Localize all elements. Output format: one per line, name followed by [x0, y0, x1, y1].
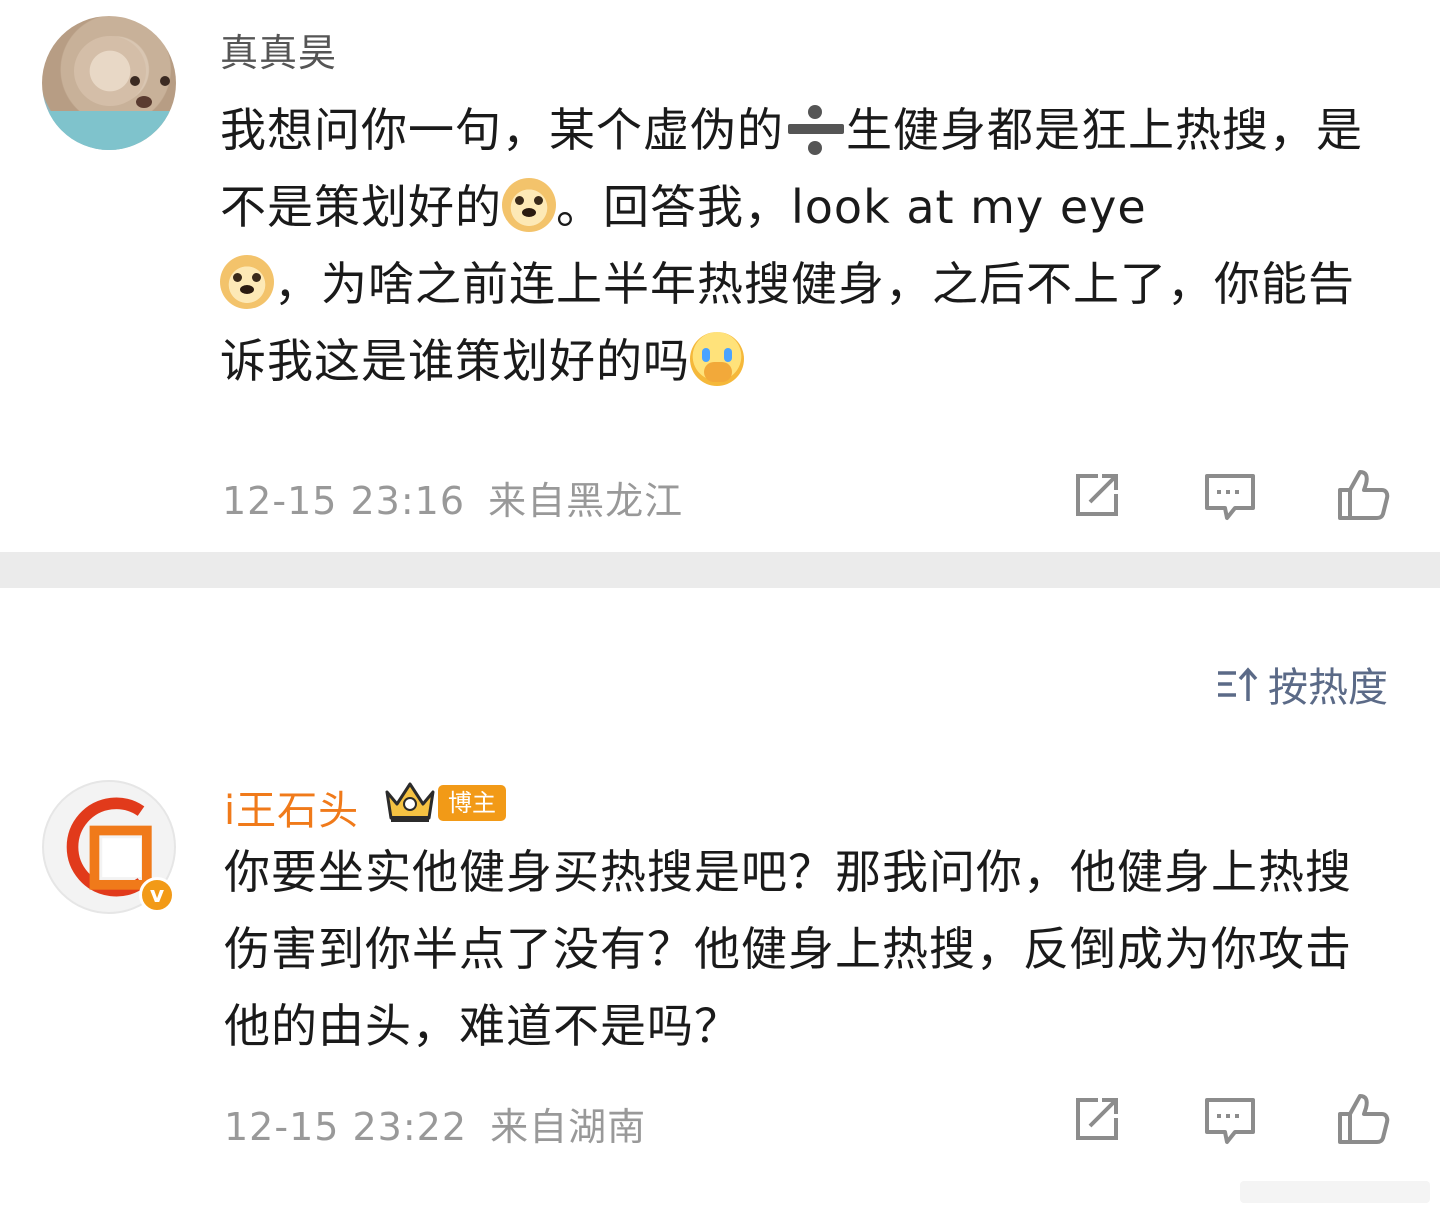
timestamp: 12-15 23:22	[224, 1105, 468, 1149]
comment-meta: 12-15 23:22 来自湖南	[224, 1096, 646, 1151]
sort-icon	[1218, 667, 1258, 701]
like-icon[interactable]	[1334, 466, 1392, 524]
like-icon[interactable]	[1334, 1090, 1392, 1148]
username[interactable]: i王石头	[224, 778, 359, 836]
sort-label[interactable]: 按热度	[1268, 655, 1388, 713]
comment-icon[interactable]	[1201, 466, 1259, 524]
comment-actions	[1068, 1090, 1392, 1148]
comment-card-1: 真真昊 我想问你一句，某个虚伪的 生健身都是狂上热搜，是不是策划好的 。回答我，lo…	[0, 0, 1440, 552]
cry-cover-mouth-icon	[690, 332, 744, 386]
comment-actions	[1068, 466, 1392, 524]
timestamp: 12-15 23:16	[222, 479, 466, 523]
verified-badge: v	[139, 877, 175, 913]
comment-text: 你要坐实他健身买热搜是吧？那我问你，他健身上热搜伤害到你半点了没有？他健身上热搜…	[224, 845, 1352, 1053]
username[interactable]: 真真昊	[220, 22, 337, 77]
avatar[interactable]: v	[42, 780, 176, 914]
avatar[interactable]	[42, 16, 176, 150]
comment-meta: 12-15 23:16 来自黑龙江	[222, 470, 683, 525]
comment-icon[interactable]	[1201, 1090, 1259, 1148]
location: 来自湖南	[490, 1105, 647, 1149]
doge-icon	[220, 255, 274, 309]
crown-icon	[385, 782, 435, 822]
location: 来自黑龙江	[488, 479, 684, 523]
comment-text: 我想问你一句，某个虚伪的 生健身都是狂上热搜，是不是策划好的 。回答我，look a…	[220, 101, 1363, 388]
share-icon[interactable]	[1068, 466, 1126, 524]
section-divider	[0, 552, 1440, 588]
doge-icon	[502, 178, 556, 232]
blogger-badge: 博主	[438, 785, 506, 821]
divide-icon	[784, 101, 846, 155]
share-icon[interactable]	[1068, 1090, 1126, 1148]
watermark-icon	[1240, 1181, 1430, 1203]
sort-toggle[interactable]: 按热度	[1216, 655, 1388, 713]
